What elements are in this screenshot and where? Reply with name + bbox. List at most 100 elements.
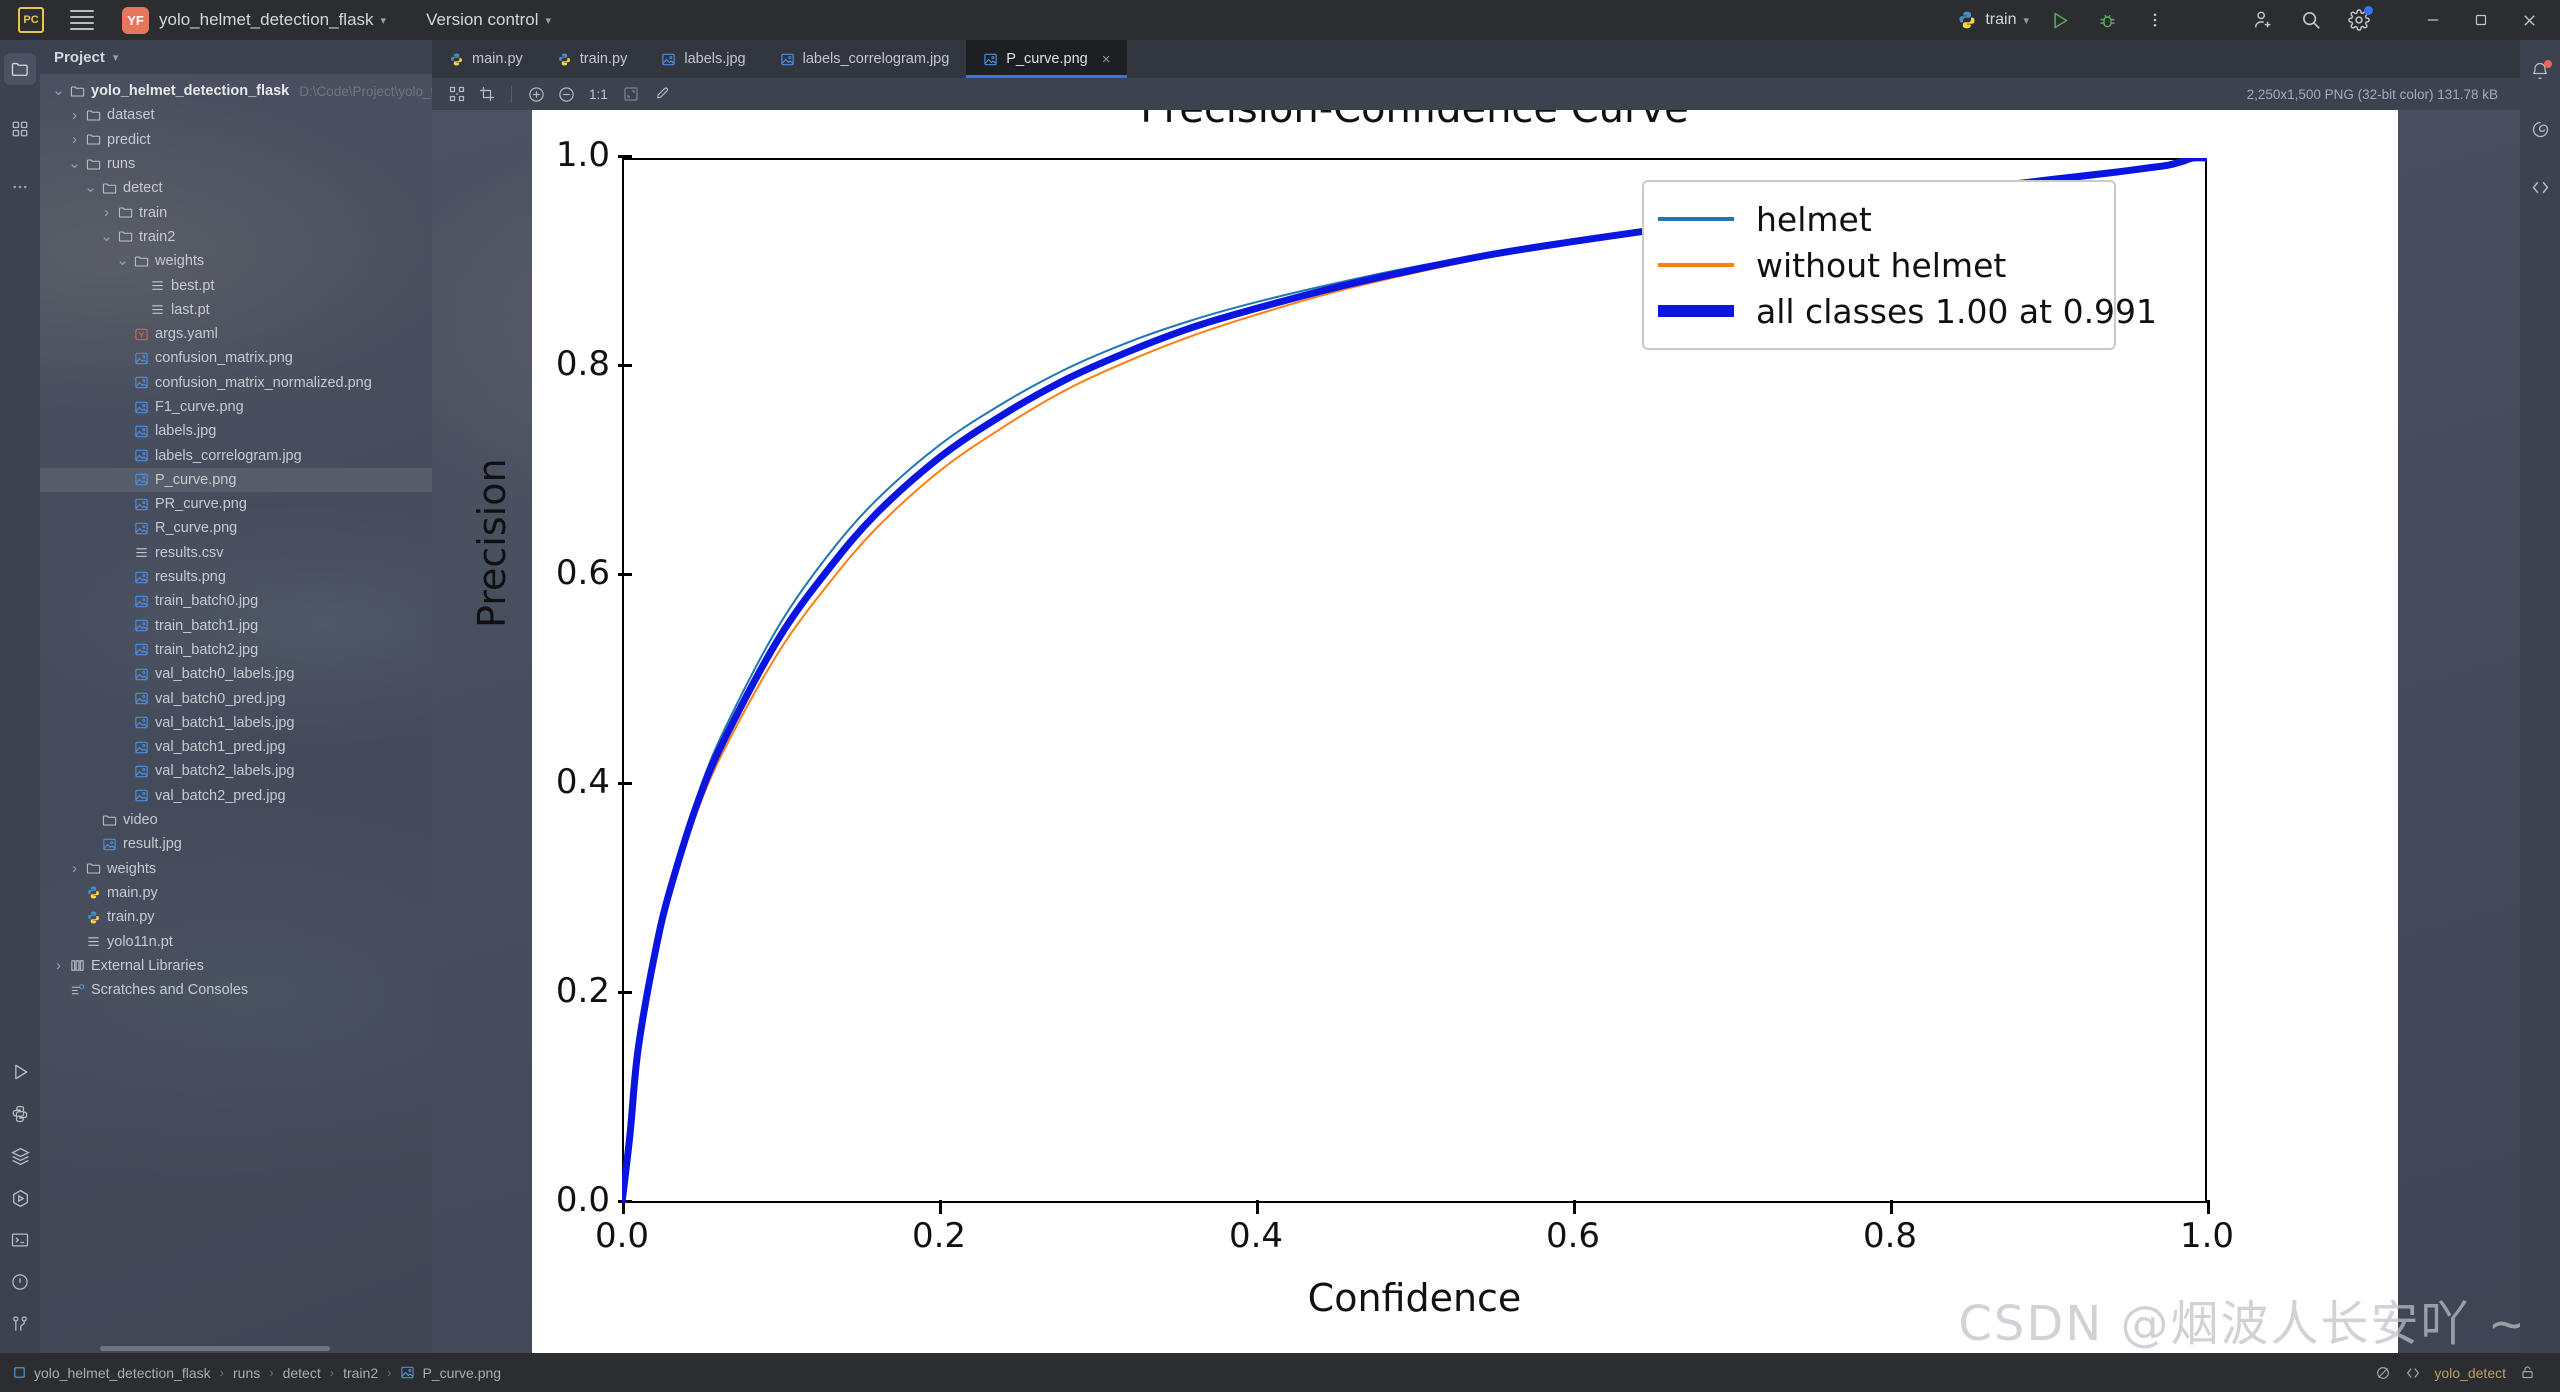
tree-item[interactable]: result.jpg — [40, 832, 432, 856]
profiler-icon[interactable] — [0, 1177, 40, 1219]
transparency-grid-icon[interactable] — [444, 82, 470, 106]
chevron-right-icon[interactable]: › — [50, 957, 67, 974]
run-icon[interactable] — [0, 1051, 40, 1093]
tree-item[interactable]: R_curve.png — [40, 516, 432, 540]
breadcrumb-item[interactable]: P_curve.png — [400, 1365, 501, 1381]
chevron-down-icon[interactable]: ⌄ — [98, 229, 115, 244]
tree-item[interactable]: video — [40, 808, 432, 832]
chevron-down-icon[interactable]: ⌄ — [82, 180, 99, 195]
code-with-me-icon[interactable] — [2520, 166, 2560, 208]
version-control-menu[interactable]: Version control ▾ — [416, 10, 551, 30]
tree-item-selected[interactable]: P_curve.png — [40, 467, 432, 493]
tree-item[interactable]: ⌄ train2 — [40, 225, 432, 249]
project-tree[interactable]: ⌄ yolo_helmet_detection_flask D:\Code\Proj… — [40, 74, 432, 1353]
horizontal-scrollbar[interactable] — [100, 1346, 330, 1351]
python-console-icon[interactable] — [0, 1093, 40, 1135]
tree-item[interactable]: ⌄ runs — [40, 152, 432, 176]
run-icon[interactable] — [2042, 3, 2076, 37]
ai-assistant-icon[interactable] — [2520, 108, 2560, 150]
tree-item[interactable]: train_batch2.jpg — [40, 638, 432, 662]
editor-tab[interactable]: main.py — [432, 40, 540, 78]
tree-item[interactable]: ⌄ detect — [40, 176, 432, 200]
tree-item[interactable]: › dataset — [40, 103, 432, 127]
tree-item[interactable]: ⌄ weights — [40, 249, 432, 273]
services-icon[interactable] — [0, 1135, 40, 1177]
image-canvas[interactable]: Precision-Confidence Curve 0.0 0.2 0.4 0.6 0… — [432, 110, 2520, 1353]
close-tab-icon[interactable]: × — [1102, 51, 1111, 68]
tree-item[interactable]: train.py — [40, 905, 432, 929]
chevron-down-icon[interactable]: ⌄ — [66, 156, 83, 171]
tree-item[interactable]: › weights — [40, 857, 432, 881]
tree-item[interactable]: val_batch2_pred.jpg — [40, 784, 432, 808]
breadcrumb-item[interactable]: detect — [283, 1365, 321, 1381]
editor-tab[interactable]: P_curve.png × — [966, 40, 1128, 78]
tree-item[interactable]: val_batch0_labels.jpg — [40, 662, 432, 686]
structure-icon[interactable] — [0, 108, 40, 150]
color-picker-icon[interactable] — [648, 82, 674, 106]
tree-item[interactable]: ⌄ yolo_helmet_detection_flask D:\Code\Proj… — [40, 79, 432, 103]
fit-to-window-icon[interactable] — [618, 82, 644, 106]
tree-item[interactable]: PR_curve.png — [40, 492, 432, 516]
tree-item[interactable]: › train — [40, 200, 432, 224]
tree-item[interactable]: labels.jpg — [40, 419, 432, 443]
chevron-right-icon[interactable]: › — [98, 204, 115, 221]
chevron-right-icon[interactable]: › — [66, 860, 83, 877]
code-with-me-icon[interactable] — [2398, 1360, 2428, 1386]
tree-item[interactable]: val_batch2_labels.jpg — [40, 759, 432, 783]
tree-item[interactable]: val_batch0_pred.jpg — [40, 686, 432, 710]
tree-item[interactable]: val_batch1_labels.jpg — [40, 711, 432, 735]
settings-icon[interactable] — [2342, 3, 2376, 37]
breadcrumb-item[interactable]: train2 — [343, 1365, 378, 1381]
lock-icon[interactable] — [2512, 1360, 2542, 1386]
chevron-down-icon[interactable]: ⌄ — [50, 83, 67, 98]
chevron-right-icon[interactable]: › — [66, 131, 83, 148]
interpreter-label[interactable]: yolo_detect — [2434, 1365, 2506, 1381]
maximize-icon[interactable] — [2464, 3, 2498, 37]
tree-item[interactable]: F1_curve.png — [40, 395, 432, 419]
tree-item[interactable]: labels_correlogram.jpg — [40, 443, 432, 467]
chevron-right-icon[interactable]: › — [66, 107, 83, 124]
hamburger-icon[interactable] — [70, 10, 94, 30]
tree-item[interactable]: yolo11n.pt — [40, 929, 432, 953]
project-panel-header[interactable]: Project ▾ — [40, 40, 432, 74]
tree-item[interactable]: train_batch1.jpg — [40, 614, 432, 638]
breadcrumb-item[interactable]: yolo_helmet_detection_flask — [12, 1365, 211, 1381]
debug-icon[interactable] — [2090, 3, 2124, 37]
editor-tab[interactable]: labels.jpg — [644, 40, 762, 78]
inspections-icon[interactable] — [2368, 1360, 2398, 1386]
tree-item[interactable]: results.csv — [40, 541, 432, 565]
tree-item[interactable]: confusion_matrix.png — [40, 346, 432, 370]
tree-item[interactable]: Scratches and Consoles — [40, 978, 432, 1002]
tree-item[interactable]: › predict — [40, 128, 432, 152]
zoom-ratio-label[interactable]: 1:1 — [583, 87, 614, 102]
tree-item[interactable]: confusion_matrix_normalized.png — [40, 371, 432, 395]
terminal-icon[interactable] — [0, 1219, 40, 1261]
more-icon[interactable] — [2138, 3, 2172, 37]
tree-item[interactable]: last.pt — [40, 298, 432, 322]
notifications-icon[interactable] — [2520, 50, 2560, 92]
project-selector[interactable]: YF yolo_helmet_detection_flask ▾ — [94, 6, 386, 34]
breadcrumb-item[interactable]: runs — [233, 1365, 260, 1381]
tree-item[interactable]: train_batch0.jpg — [40, 589, 432, 613]
minimize-icon[interactable] — [2416, 3, 2450, 37]
problems-icon[interactable] — [0, 1261, 40, 1303]
zoom-in-icon[interactable] — [523, 82, 549, 106]
zoom-out-icon[interactable] — [553, 82, 579, 106]
tree-item[interactable]: val_batch1_pred.jpg — [40, 735, 432, 759]
editor-tab[interactable]: train.py — [540, 40, 645, 78]
tree-item[interactable]: args.yaml — [40, 322, 432, 346]
crop-icon[interactable] — [474, 82, 500, 106]
version-control-icon[interactable] — [0, 1303, 40, 1345]
close-icon[interactable] — [2512, 3, 2546, 37]
editor-tab[interactable]: labels_correlogram.jpg — [763, 40, 967, 78]
run-configuration-selector[interactable]: train ▾ — [1957, 10, 2029, 30]
add-user-icon[interactable] — [2246, 3, 2280, 37]
tree-item[interactable]: main.py — [40, 881, 432, 905]
search-icon[interactable] — [2294, 3, 2328, 37]
tree-item[interactable]: best.pt — [40, 273, 432, 297]
tree-item[interactable]: › External Libraries — [40, 954, 432, 978]
more-tool-windows-icon[interactable] — [0, 166, 40, 208]
project-folder-icon[interactable] — [0, 48, 40, 90]
chevron-down-icon[interactable]: ⌄ — [114, 253, 131, 268]
tree-item[interactable]: results.png — [40, 565, 432, 589]
